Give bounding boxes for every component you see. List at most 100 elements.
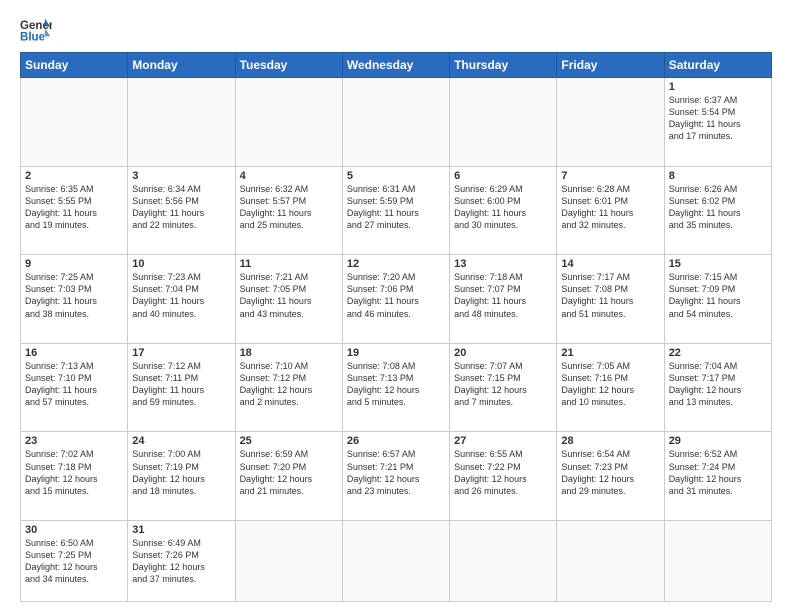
day-info: Sunrise: 7:18 AM Sunset: 7:07 PM Dayligh… (454, 271, 552, 320)
day-info: Sunrise: 7:08 AM Sunset: 7:13 PM Dayligh… (347, 360, 445, 409)
day-info: Sunrise: 7:13 AM Sunset: 7:10 PM Dayligh… (25, 360, 123, 409)
day-number: 28 (561, 435, 659, 447)
day-info: Sunrise: 7:02 AM Sunset: 7:18 PM Dayligh… (25, 448, 123, 497)
calendar-cell (342, 520, 449, 601)
day-number: 26 (347, 435, 445, 447)
calendar-cell: 3Sunrise: 6:34 AM Sunset: 5:56 PM Daylig… (128, 166, 235, 255)
day-number: 15 (669, 258, 767, 270)
calendar-cell: 5Sunrise: 6:31 AM Sunset: 5:59 PM Daylig… (342, 166, 449, 255)
day-number: 27 (454, 435, 552, 447)
week-row-3: 9Sunrise: 7:25 AM Sunset: 7:03 PM Daylig… (21, 255, 772, 344)
calendar-cell: 24Sunrise: 7:00 AM Sunset: 7:19 PM Dayli… (128, 432, 235, 521)
calendar-cell: 29Sunrise: 6:52 AM Sunset: 7:24 PM Dayli… (664, 432, 771, 521)
day-info: Sunrise: 6:26 AM Sunset: 6:02 PM Dayligh… (669, 183, 767, 232)
day-number: 12 (347, 258, 445, 270)
day-number: 22 (669, 347, 767, 359)
day-info: Sunrise: 6:59 AM Sunset: 7:20 PM Dayligh… (240, 448, 338, 497)
calendar-cell (235, 78, 342, 167)
calendar-cell: 30Sunrise: 6:50 AM Sunset: 7:25 PM Dayli… (21, 520, 128, 601)
day-info: Sunrise: 7:23 AM Sunset: 7:04 PM Dayligh… (132, 271, 230, 320)
calendar-cell: 16Sunrise: 7:13 AM Sunset: 7:10 PM Dayli… (21, 343, 128, 432)
day-number: 3 (132, 170, 230, 182)
svg-text:Blue: Blue (20, 32, 46, 44)
calendar-cell: 31Sunrise: 6:49 AM Sunset: 7:26 PM Dayli… (128, 520, 235, 601)
day-number: 1 (669, 81, 767, 93)
day-number: 13 (454, 258, 552, 270)
day-info: Sunrise: 7:25 AM Sunset: 7:03 PM Dayligh… (25, 271, 123, 320)
day-info: Sunrise: 7:10 AM Sunset: 7:12 PM Dayligh… (240, 360, 338, 409)
day-info: Sunrise: 6:57 AM Sunset: 7:21 PM Dayligh… (347, 448, 445, 497)
day-number: 23 (25, 435, 123, 447)
day-number: 9 (25, 258, 123, 270)
weekday-header-friday: Friday (557, 53, 664, 78)
day-number: 11 (240, 258, 338, 270)
day-number: 25 (240, 435, 338, 447)
page: GeneralBlue SundayMondayTuesdayWednesday… (0, 0, 792, 612)
day-info: Sunrise: 6:29 AM Sunset: 6:00 PM Dayligh… (454, 183, 552, 232)
day-number: 6 (454, 170, 552, 182)
weekday-header-tuesday: Tuesday (235, 53, 342, 78)
day-info: Sunrise: 6:34 AM Sunset: 5:56 PM Dayligh… (132, 183, 230, 232)
day-number: 7 (561, 170, 659, 182)
day-info: Sunrise: 6:55 AM Sunset: 7:22 PM Dayligh… (454, 448, 552, 497)
calendar-cell (235, 520, 342, 601)
weekday-header-sunday: Sunday (21, 53, 128, 78)
calendar-cell: 8Sunrise: 6:26 AM Sunset: 6:02 PM Daylig… (664, 166, 771, 255)
calendar-cell: 15Sunrise: 7:15 AM Sunset: 7:09 PM Dayli… (664, 255, 771, 344)
week-row-1: 1Sunrise: 6:37 AM Sunset: 5:54 PM Daylig… (21, 78, 772, 167)
day-number: 8 (669, 170, 767, 182)
calendar-cell: 4Sunrise: 6:32 AM Sunset: 5:57 PM Daylig… (235, 166, 342, 255)
calendar-cell: 20Sunrise: 7:07 AM Sunset: 7:15 PM Dayli… (450, 343, 557, 432)
calendar-cell (557, 520, 664, 601)
calendar-cell: 2Sunrise: 6:35 AM Sunset: 5:55 PM Daylig… (21, 166, 128, 255)
weekday-header-saturday: Saturday (664, 53, 771, 78)
day-info: Sunrise: 7:07 AM Sunset: 7:15 PM Dayligh… (454, 360, 552, 409)
weekday-header-thursday: Thursday (450, 53, 557, 78)
calendar-cell: 1Sunrise: 6:37 AM Sunset: 5:54 PM Daylig… (664, 78, 771, 167)
day-info: Sunrise: 7:20 AM Sunset: 7:06 PM Dayligh… (347, 271, 445, 320)
calendar-table: SundayMondayTuesdayWednesdayThursdayFrid… (20, 52, 772, 602)
day-number: 20 (454, 347, 552, 359)
calendar-cell: 26Sunrise: 6:57 AM Sunset: 7:21 PM Dayli… (342, 432, 449, 521)
day-number: 17 (132, 347, 230, 359)
day-info: Sunrise: 7:12 AM Sunset: 7:11 PM Dayligh… (132, 360, 230, 409)
calendar-cell: 11Sunrise: 7:21 AM Sunset: 7:05 PM Dayli… (235, 255, 342, 344)
day-info: Sunrise: 7:05 AM Sunset: 7:16 PM Dayligh… (561, 360, 659, 409)
weekday-header-monday: Monday (128, 53, 235, 78)
week-row-5: 23Sunrise: 7:02 AM Sunset: 7:18 PM Dayli… (21, 432, 772, 521)
calendar-cell (128, 78, 235, 167)
day-info: Sunrise: 7:00 AM Sunset: 7:19 PM Dayligh… (132, 448, 230, 497)
day-number: 10 (132, 258, 230, 270)
day-number: 21 (561, 347, 659, 359)
calendar-cell (342, 78, 449, 167)
day-info: Sunrise: 6:28 AM Sunset: 6:01 PM Dayligh… (561, 183, 659, 232)
weekday-header-row: SundayMondayTuesdayWednesdayThursdayFrid… (21, 53, 772, 78)
calendar-cell (557, 78, 664, 167)
calendar-cell: 14Sunrise: 7:17 AM Sunset: 7:08 PM Dayli… (557, 255, 664, 344)
header: GeneralBlue (20, 16, 772, 44)
day-info: Sunrise: 6:50 AM Sunset: 7:25 PM Dayligh… (25, 537, 123, 586)
calendar-cell: 6Sunrise: 6:29 AM Sunset: 6:00 PM Daylig… (450, 166, 557, 255)
day-number: 30 (25, 524, 123, 536)
week-row-4: 16Sunrise: 7:13 AM Sunset: 7:10 PM Dayli… (21, 343, 772, 432)
day-info: Sunrise: 6:49 AM Sunset: 7:26 PM Dayligh… (132, 537, 230, 586)
calendar-cell (664, 520, 771, 601)
day-info: Sunrise: 6:31 AM Sunset: 5:59 PM Dayligh… (347, 183, 445, 232)
calendar-cell: 10Sunrise: 7:23 AM Sunset: 7:04 PM Dayli… (128, 255, 235, 344)
calendar-cell (21, 78, 128, 167)
calendar-cell: 22Sunrise: 7:04 AM Sunset: 7:17 PM Dayli… (664, 343, 771, 432)
calendar-cell: 19Sunrise: 7:08 AM Sunset: 7:13 PM Dayli… (342, 343, 449, 432)
calendar-cell: 23Sunrise: 7:02 AM Sunset: 7:18 PM Dayli… (21, 432, 128, 521)
day-info: Sunrise: 6:37 AM Sunset: 5:54 PM Dayligh… (669, 94, 767, 143)
day-info: Sunrise: 7:15 AM Sunset: 7:09 PM Dayligh… (669, 271, 767, 320)
week-row-6: 30Sunrise: 6:50 AM Sunset: 7:25 PM Dayli… (21, 520, 772, 601)
day-number: 29 (669, 435, 767, 447)
day-number: 31 (132, 524, 230, 536)
day-number: 14 (561, 258, 659, 270)
day-number: 2 (25, 170, 123, 182)
day-number: 18 (240, 347, 338, 359)
calendar-cell: 18Sunrise: 7:10 AM Sunset: 7:12 PM Dayli… (235, 343, 342, 432)
calendar-cell (450, 520, 557, 601)
calendar-cell: 25Sunrise: 6:59 AM Sunset: 7:20 PM Dayli… (235, 432, 342, 521)
day-info: Sunrise: 7:04 AM Sunset: 7:17 PM Dayligh… (669, 360, 767, 409)
